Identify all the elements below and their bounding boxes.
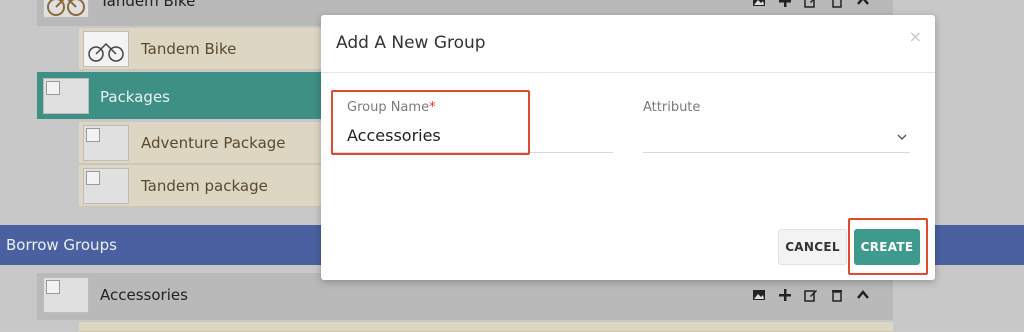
modal-title: Add A New Group: [336, 33, 486, 53]
highlight-box-group-name: [331, 90, 530, 155]
attribute-select[interactable]: [643, 126, 893, 146]
add-group-modal: Add A New Group × Group Name* Accessorie…: [321, 15, 935, 280]
modal-header: Add A New Group ×: [321, 15, 935, 73]
highlight-box-create: [848, 218, 928, 275]
chevron-down-icon[interactable]: [896, 131, 908, 143]
cancel-button[interactable]: CANCEL: [778, 229, 847, 265]
attribute-label: Attribute: [643, 100, 701, 115]
attribute-underline: [643, 152, 910, 153]
close-icon[interactable]: ×: [909, 27, 922, 46]
